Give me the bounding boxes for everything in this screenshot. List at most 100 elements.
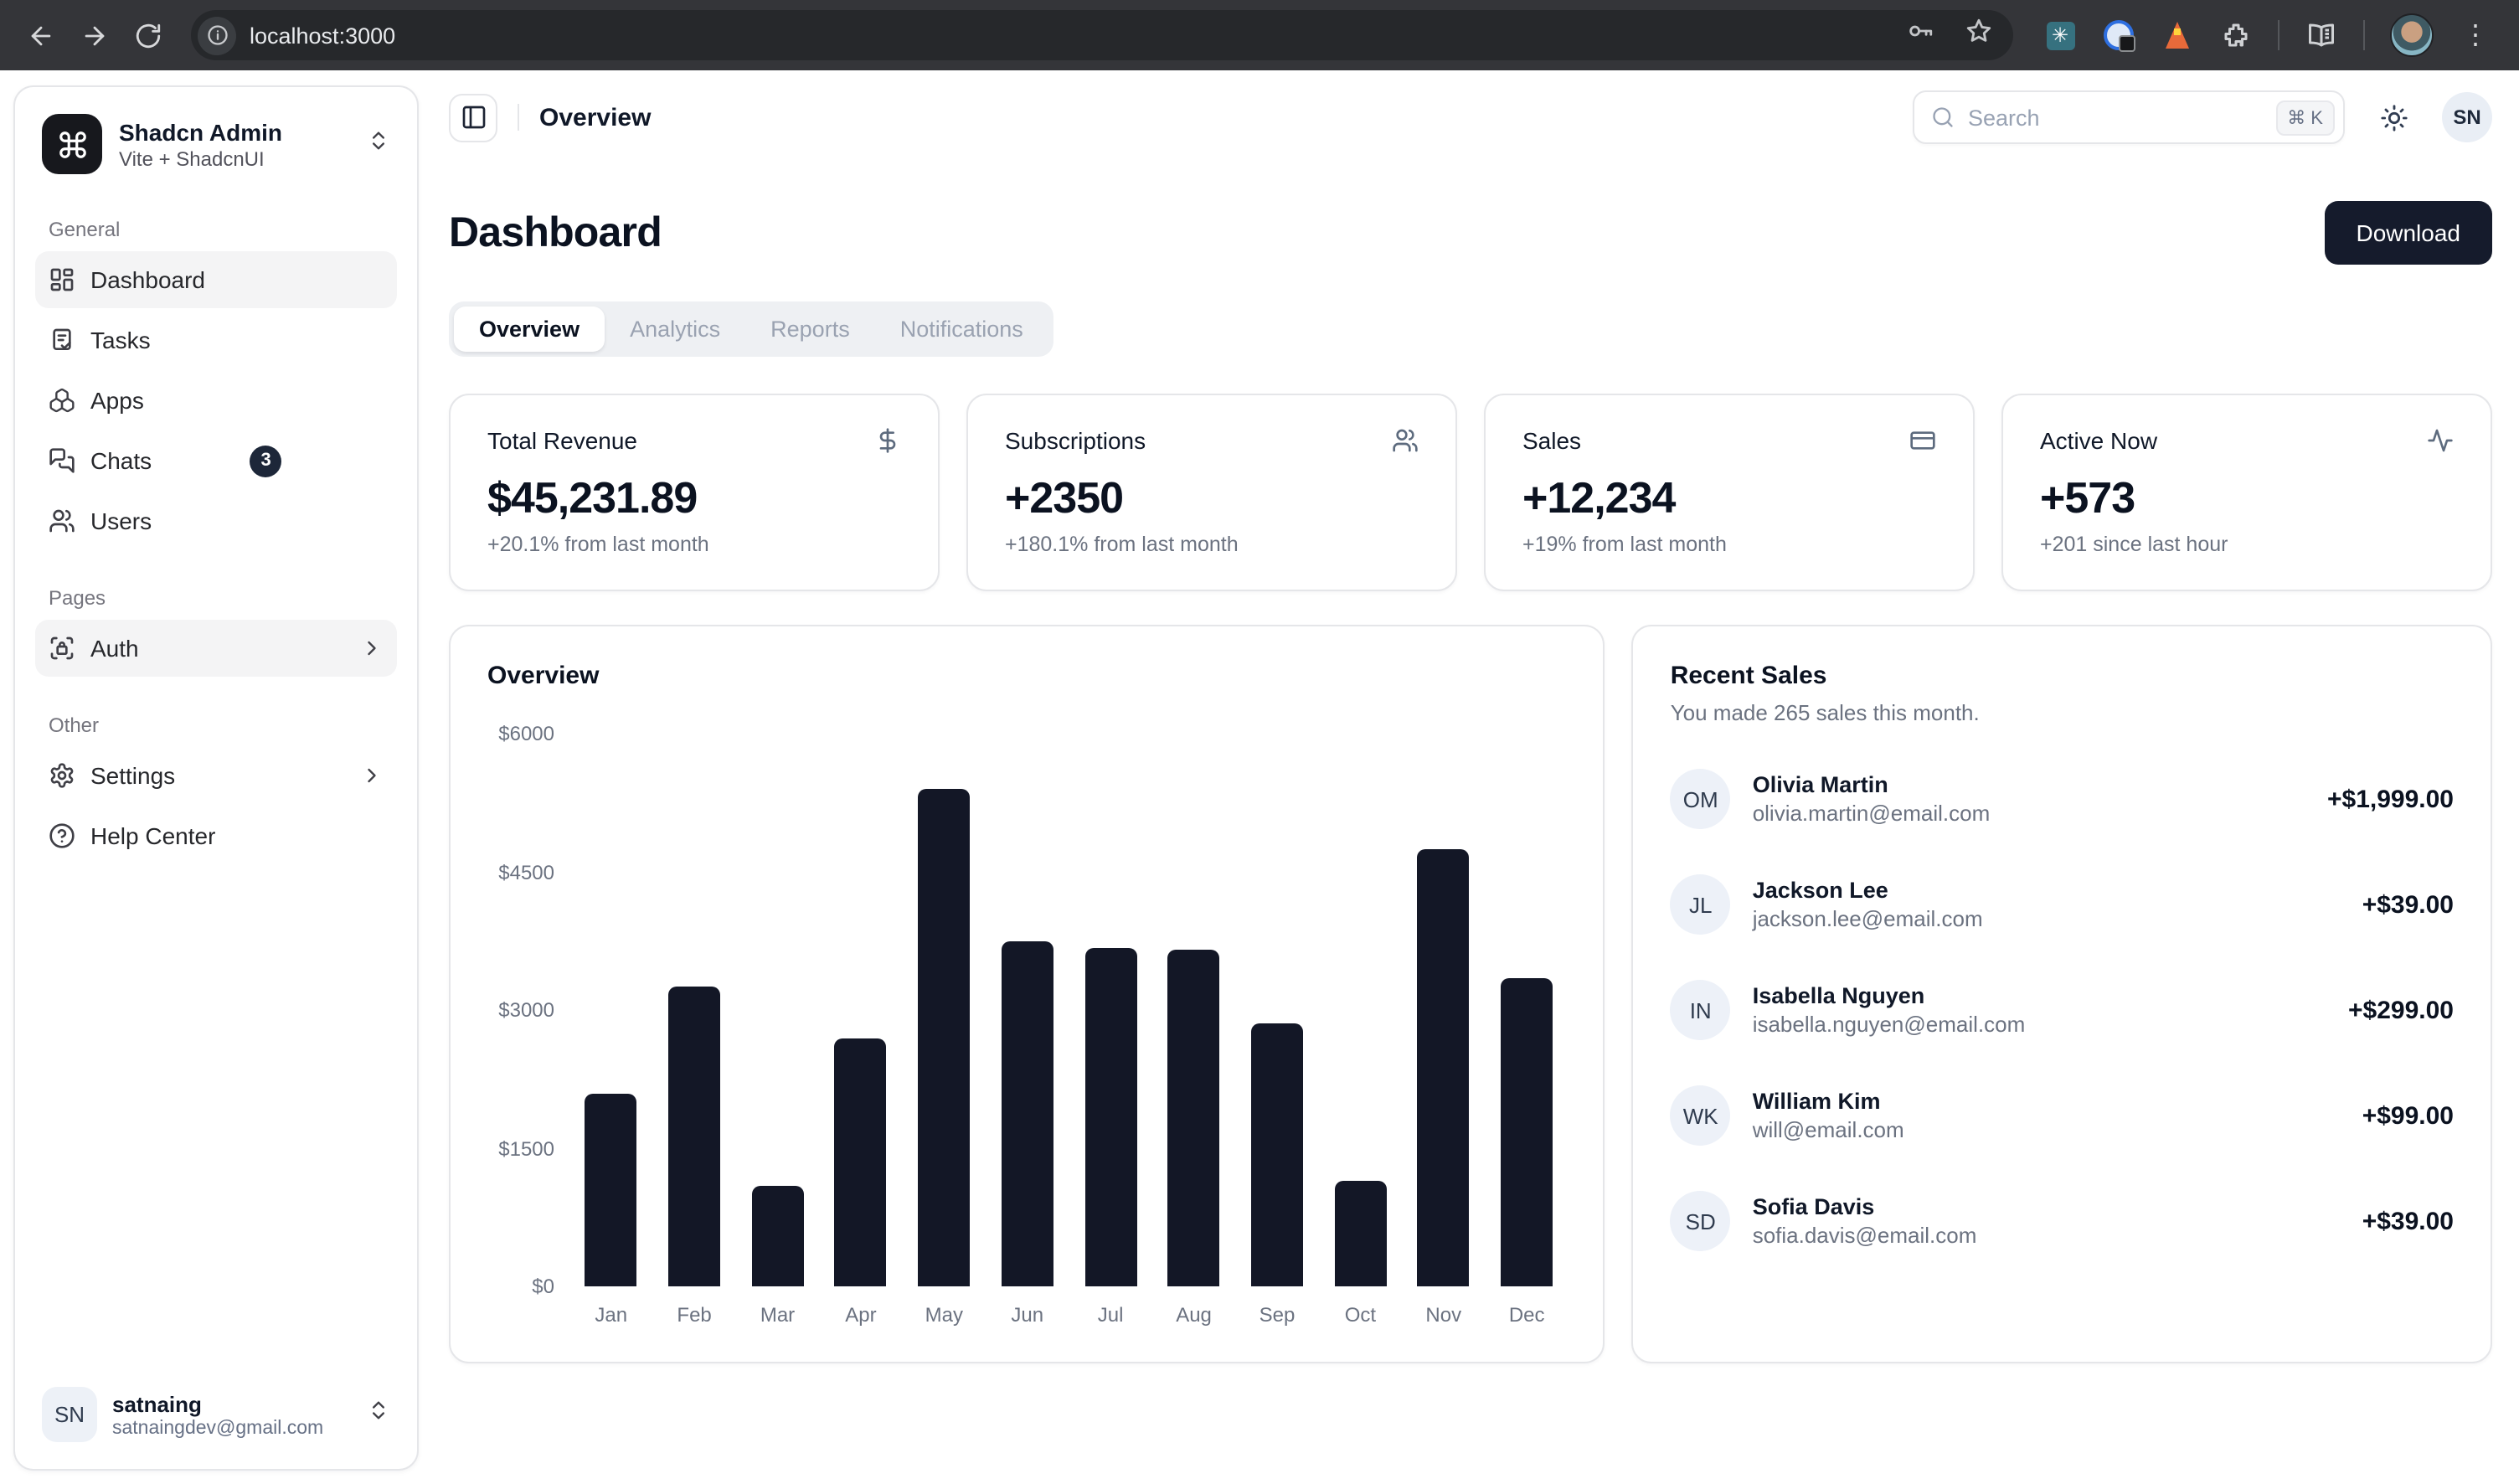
tab-reports[interactable]: Reports [745,307,875,352]
search-placeholder: Search [1968,105,2262,130]
browser-menu-icon[interactable]: ⋮ [2459,18,2492,52]
sale-amount: +$39.00 [2362,890,2454,919]
reading-list-icon[interactable] [2305,18,2338,52]
recent-sale-row: IN Isabella Nguyen isabella.nguyen@email… [1671,980,2454,1040]
tab-overview[interactable]: Overview [454,307,605,352]
chart-bar [1168,951,1220,1287]
tab-analytics[interactable]: Analytics [605,307,745,352]
chart-bar [1418,849,1470,1287]
theme-toggle-button[interactable] [2368,92,2419,142]
recent-sales-list: OM Olivia Martin olivia.martin@email.com… [1671,769,2454,1251]
dollar-icon [874,427,901,454]
sidebar-toggle-button[interactable] [449,93,497,142]
recent-sales-card: Recent Sales You made 265 sales this mon… [1632,625,2492,1363]
nav-section-label: Other [49,714,384,737]
chats-icon [49,447,75,474]
sidebar-item-apps[interactable]: Apps [35,372,397,429]
chevrons-up-down-icon [367,128,390,160]
browser-forward-button[interactable] [70,12,117,59]
browser-profile-avatar[interactable] [2390,13,2434,57]
chart-bar-column: May [911,734,977,1327]
chart-x-label: Jan [578,1303,644,1327]
stat-note: +201 since last hour [2040,533,2454,556]
sale-avatar: OM [1671,769,1731,829]
password-key-icon[interactable] [1906,17,1934,54]
extension-lighthouse-icon[interactable] [2161,18,2194,52]
sale-amount: +$39.00 [2362,1207,2454,1235]
sidebar-item-label: Auth [90,635,345,662]
users-icon [49,508,75,534]
sidebar-item-help-center[interactable]: Help Center [35,807,397,864]
download-button[interactable]: Download [2324,201,2492,265]
extension-password-manager-icon[interactable] [2102,18,2135,52]
chart-bar-column: Dec [1493,734,1559,1327]
browser-back-button[interactable] [17,12,64,59]
sidebar-item-label: Users [90,508,384,534]
chart-bar-column: Mar [744,734,811,1327]
chart-x-label: May [911,1303,977,1327]
screen: localhost:3000 ✳ ⋮ Shadcn Admin [0,0,2519,1484]
nav-section-label: Pages [49,586,384,610]
sidebar-item-settings[interactable]: Settings [35,747,397,804]
address-bar[interactable]: localhost:3000 [191,10,2013,60]
recent-sales-title: Recent Sales [1671,662,2454,690]
toolbar-divider [2278,20,2279,50]
sale-avatar: SD [1671,1191,1731,1251]
sale-email: jackson.lee@email.com [1753,906,2341,931]
stat-note: +19% from last month [1522,533,1936,556]
sale-avatar: JL [1671,874,1731,935]
sidebar-item-auth[interactable]: Auth [35,620,397,677]
sidebar-user-menu[interactable]: SN satnaing satnaingdev@gmail.com [32,1377,400,1452]
browser-reload-button[interactable] [124,12,171,59]
chart-bar [918,789,970,1286]
y-axis-tick: $1500 [498,1136,554,1160]
stats-row: Total Revenue $45,231.89 +20.1% from las… [449,394,2492,591]
sale-avatar: IN [1671,980,1731,1040]
stat-label: Subscriptions [1005,427,1146,454]
overview-chart-card: Overview $0$1500$3000$4500$6000 Jan Feb … [449,625,1605,1363]
team-switcher[interactable]: Shadcn Admin Vite + ShadcnUI [35,107,397,181]
stat-note: +20.1% from last month [487,533,901,556]
url-text[interactable]: localhost:3000 [250,23,1906,48]
dashboard-icon [49,266,75,293]
sidebar-item-label: Apps [90,387,384,414]
user-avatar: SN [42,1387,97,1442]
chart-x-label: Feb [661,1303,727,1327]
sidebar: Shadcn Admin Vite + ShadcnUI General Das… [13,85,419,1471]
content-area: Overview Search ⌘ K SN Dashboard Downloa… [419,70,2519,1484]
chart-bar [1251,1024,1303,1287]
stat-label: Active Now [2040,427,2157,454]
page-title: Dashboard [449,209,662,257]
chart-x-label: Oct [1327,1303,1393,1327]
sidebar-item-dashboard[interactable]: Dashboard [35,251,397,308]
extensions-puzzle-icon[interactable] [2219,18,2253,52]
chart-bar [835,1038,887,1286]
extension-teal-icon[interactable]: ✳ [2043,18,2077,52]
recent-sales-subtitle: You made 265 sales this month. [1671,700,2454,725]
stat-card-subscriptions: Subscriptions +2350 +180.1% from last mo… [966,394,1457,591]
apps-icon [49,387,75,414]
sidebar-item-label: Chats [90,447,239,474]
sale-name: Jackson Lee [1753,878,2341,903]
sidebar-item-users[interactable]: Users [35,492,397,549]
search-icon [1931,106,1955,129]
sidebar-item-label: Settings [90,762,345,789]
sidebar-item-chats[interactable]: Chats 3 [35,432,397,489]
sale-amount: +$1,999.00 [2327,785,2454,813]
search-input[interactable]: Search ⌘ K [1913,90,2345,144]
user-email: satnaingdev@gmail.com [112,1418,352,1438]
stat-value: +2350 [1005,472,1419,524]
tab-notifications[interactable]: Notifications [875,307,1048,352]
bookmark-star-icon[interactable] [1965,17,1993,54]
sidebar-item-label: Dashboard [90,266,384,293]
site-info-icon[interactable] [198,16,236,54]
chart-x-label: Sep [1244,1303,1310,1327]
search-shortcut-kbd: ⌘ K [2275,100,2335,135]
sidebar-item-label: Tasks [90,327,384,353]
sidebar-item-tasks[interactable]: Tasks [35,312,397,368]
users-icon [1392,427,1419,454]
chevron-right-icon [360,636,384,660]
chart-x-label: Apr [827,1303,894,1327]
stat-value: +12,234 [1522,472,1936,524]
profile-avatar-button[interactable]: SN [2442,92,2492,142]
